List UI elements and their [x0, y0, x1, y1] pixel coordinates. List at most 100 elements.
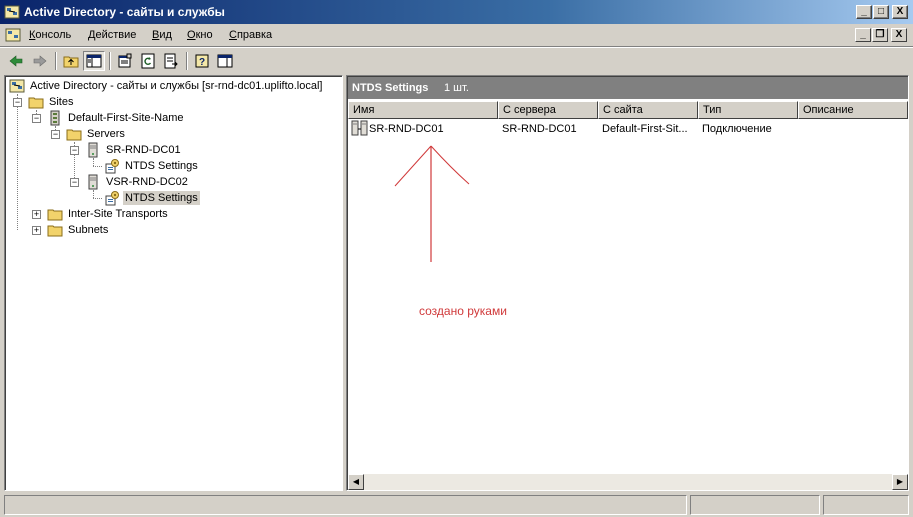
mdi-restore-button[interactable]: ❐: [872, 28, 888, 42]
menu-action[interactable]: Действие: [88, 29, 136, 41]
cell-type: Подключение: [702, 123, 772, 135]
export-list-button[interactable]: [160, 51, 182, 71]
up-one-level-button[interactable]: [60, 51, 82, 71]
cell-from-server: SR-RND-DC01: [502, 123, 577, 135]
console-tree-pane[interactable]: Active Directory - сайты и службы [sr-rn…: [4, 75, 343, 491]
status-bar: [0, 493, 913, 517]
svg-text:?: ?: [199, 57, 205, 68]
ad-sites-app-icon: [4, 5, 20, 19]
expander-sr-rnd-dc01[interactable]: −: [70, 146, 79, 155]
tree-label: SR-RND-DC01: [106, 144, 181, 156]
help-button[interactable]: ?: [191, 51, 213, 71]
ad-sites-root-icon: [9, 79, 25, 93]
minimize-button[interactable]: _: [856, 5, 872, 19]
expander-vsr-rnd-dc02[interactable]: −: [70, 178, 79, 187]
tree-label: Sites: [49, 96, 74, 108]
tree-line: [93, 158, 94, 166]
mdi-close-button[interactable]: X: [891, 28, 907, 42]
expander-servers[interactable]: −: [51, 130, 60, 139]
toolbar-separator: [186, 52, 188, 70]
toolbar: ?: [0, 46, 913, 73]
expander-subnets[interactable]: +: [32, 226, 41, 235]
expander-inter-site-transports[interactable]: +: [32, 210, 41, 219]
tree-node-servers[interactable]: Servers: [66, 126, 166, 142]
folder-icon: [28, 97, 44, 109]
tree-label: Inter-Site Transports: [68, 208, 168, 220]
show-hide-tree-button[interactable]: [83, 51, 105, 71]
scroll-right-button[interactable]: ▶: [892, 474, 908, 490]
expander-sites[interactable]: −: [13, 98, 22, 107]
tree-node-sites[interactable]: Sites: [28, 94, 108, 110]
forward-icon: [33, 55, 47, 67]
toolbar-separator: [55, 52, 57, 70]
tree-label: Default-First-Site-Name: [68, 112, 184, 124]
column-header-from-site[interactable]: С сайта: [598, 101, 698, 119]
folder-icon: [66, 129, 82, 141]
column-header-description[interactable]: Описание: [798, 101, 908, 119]
ntds-settings-icon: [105, 191, 119, 206]
expander-default-site[interactable]: −: [32, 114, 41, 123]
back-button[interactable]: [5, 51, 27, 71]
cell-from-site: Default-First-Sit...: [602, 123, 688, 135]
mdi-minimize-button[interactable]: _: [855, 28, 871, 42]
column-header-name[interactable]: Имя: [348, 101, 498, 119]
cell-description: [802, 121, 902, 137]
menu-bar: Консоль Действие Вид Окно Справка _ ❐ X: [0, 24, 913, 46]
server-icon: [88, 174, 98, 190]
details-count: 1 шт.: [444, 82, 469, 94]
tree-line: [17, 94, 18, 230]
refresh-button[interactable]: [137, 51, 159, 71]
folder-icon: [47, 225, 63, 237]
status-panel-2: [690, 495, 820, 515]
column-header-from-server[interactable]: С сервера: [498, 101, 598, 119]
tree-label: NTDS Settings: [125, 160, 198, 172]
horizontal-scrollbar[interactable]: ◀ ▶: [348, 474, 908, 490]
show-hide-tree-icon: [86, 54, 102, 68]
details-pane[interactable]: NTDS Settings 1 шт. Имя С сервера С сайт…: [346, 75, 909, 491]
close-button[interactable]: X: [892, 5, 908, 19]
menu-view[interactable]: Вид: [152, 29, 172, 41]
properties-icon: [118, 53, 132, 68]
tree-node-vsr-rnd-dc02[interactable]: VSR-RND-DC02: [85, 174, 205, 190]
server-icon: [88, 142, 98, 158]
tree-node-ntds-settings-dc01[interactable]: NTDS Settings: [104, 158, 214, 174]
console-system-menu-icon[interactable]: [5, 27, 21, 43]
tree-node-default-first-site[interactable]: Default-First-Site-Name: [47, 110, 207, 126]
menu-window[interactable]: Окно: [187, 29, 213, 41]
status-panel-3: [823, 495, 909, 515]
red-arrow-annotation: [394, 145, 470, 262]
toolbar-separator: [109, 52, 111, 70]
menu-console[interactable]: Консоль: [29, 29, 71, 41]
forward-button[interactable]: [29, 51, 51, 71]
refresh-icon: [141, 53, 155, 69]
tree-line: [93, 190, 94, 198]
ntds-settings-icon: [105, 159, 119, 174]
action-pane-button[interactable]: [214, 51, 236, 71]
status-panel-main: [4, 495, 687, 515]
connection-icon: [351, 120, 368, 136]
tree-root-label: Active Directory - сайты и службы [sr-rn…: [30, 80, 323, 92]
annotation-text: создано руками: [419, 304, 507, 318]
tree-node-ntds-settings-dc02[interactable]: NTDS Settings: [104, 190, 214, 206]
tree-node-sr-rnd-dc01[interactable]: SR-RND-DC01: [85, 142, 205, 158]
tree-label: Servers: [87, 128, 125, 140]
folder-icon: [47, 209, 63, 221]
title-bar[interactable]: Active Directory - сайты и службы _ □ X: [0, 0, 913, 24]
maximize-button[interactable]: □: [873, 5, 889, 19]
properties-button[interactable]: [114, 51, 136, 71]
menu-help[interactable]: Справка: [229, 29, 272, 41]
details-title: NTDS Settings: [352, 82, 429, 94]
tree-node-inter-site-transports[interactable]: Inter-Site Transports: [47, 206, 197, 222]
site-icon: [50, 110, 60, 126]
scroll-left-button[interactable]: ◀: [348, 474, 364, 490]
back-icon: [9, 55, 23, 67]
up-folder-icon: [63, 56, 79, 68]
tree-node-subnets[interactable]: Subnets: [47, 222, 147, 238]
help-icon: ?: [195, 54, 209, 68]
column-header-type[interactable]: Тип: [698, 101, 798, 119]
tree-label: NTDS Settings: [123, 191, 200, 205]
tree-label: Subnets: [68, 224, 109, 236]
tree-label: VSR-RND-DC02: [106, 176, 188, 188]
tree-node-root[interactable]: Active Directory - сайты и службы [sr-rn…: [9, 78, 339, 94]
export-list-icon: [164, 53, 178, 69]
